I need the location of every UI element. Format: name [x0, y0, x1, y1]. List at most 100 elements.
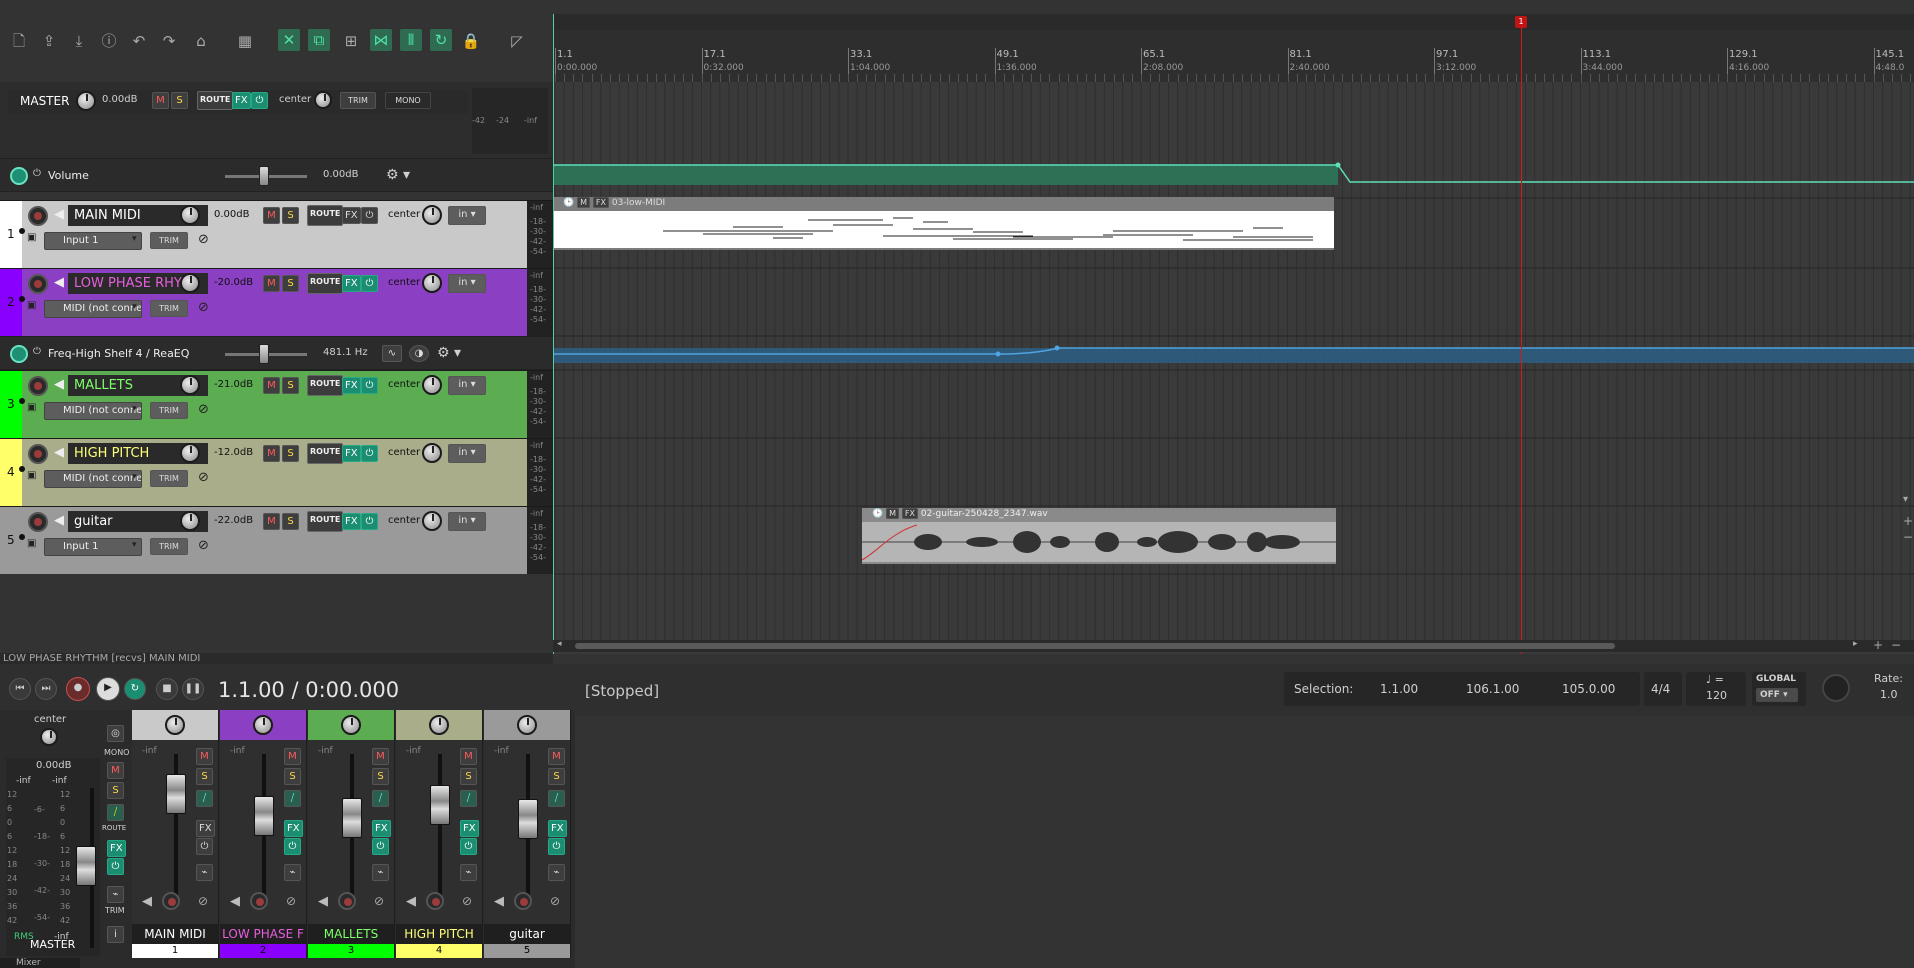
mixer-strip-phase-icon[interactable]: ⊘ [550, 894, 560, 908]
track-pan-knob[interactable] [422, 273, 442, 293]
record-arm-button[interactable] [28, 444, 48, 464]
mixer-strip-phase-icon[interactable]: ⊘ [374, 894, 384, 908]
track-number[interactable]: 5 [0, 507, 25, 574]
mixer-strip-env-icon[interactable]: ⌁ [548, 864, 565, 881]
go-to-start-button[interactable]: ⏮ [9, 678, 31, 700]
audio-item-fx-button[interactable]: FX [901, 508, 918, 519]
mixer-strip-route-icon[interactable]: ⧸ [460, 790, 477, 807]
fx-envelope-line[interactable] [553, 336, 1914, 366]
track-input-monitor-button[interactable]: in ▾ [448, 376, 486, 395]
mixer-strip-number[interactable]: 5 [484, 944, 570, 958]
mixer-strip-env-icon[interactable]: ⌁ [372, 864, 389, 881]
track-number[interactable]: 2 [0, 269, 25, 336]
track-4[interactable]: 4 ◀ HIGH PITCH -12.0dB M S ROUTE FX ⏻ ce… [0, 438, 553, 506]
mixer-strip-fader[interactable] [342, 797, 362, 838]
mixer-strip-pan-knob[interactable] [517, 715, 537, 735]
track-route-button[interactable]: ROUTE [307, 375, 344, 396]
track-number[interactable]: 3 [0, 371, 25, 438]
mixer-strip-fx-bypass-button[interactable]: ⏻ [196, 838, 213, 855]
mixer-strip-mute-button[interactable]: M [284, 748, 301, 765]
mixer-strip-name[interactable]: MAIN MIDI [132, 924, 218, 944]
empty-tcp-area[interactable] [0, 575, 553, 653]
mixer-strip-number[interactable]: 2 [220, 944, 306, 958]
audio-item-mute-button[interactable]: M [886, 508, 899, 519]
fx-envelope-active-icon[interactable] [10, 345, 28, 363]
mixer-strip-record-arm[interactable] [338, 892, 356, 910]
track-input-dropdown-icon[interactable]: ▾ [132, 404, 137, 414]
mixer-strip-route-icon[interactable]: ⧸ [196, 790, 213, 807]
track-phase-icon[interactable]: ⊘ [198, 470, 209, 485]
mixer-strip-solo-button[interactable]: S [372, 768, 389, 785]
lock-icon[interactable]: 🔒 [460, 30, 482, 52]
record-button[interactable]: ● [66, 677, 90, 701]
link-icon[interactable]: ⧉ [308, 29, 330, 51]
track-fx-bypass-button[interactable]: ⏻ [361, 377, 378, 394]
track-route-button[interactable]: ROUTE [307, 205, 344, 226]
mixer-tab[interactable]: Mixer [0, 958, 80, 968]
mixer-strip-3[interactable]: -inf M S ⧸ FX ⏻ ⌁ ◀ ⊘ MALLETS 3 [308, 710, 395, 958]
timeline-ruler[interactable]: 1 1.1 0:00.000 17.1 0:32.000 33.1 1:04.000 49.… [553, 14, 1914, 82]
horizontal-zoom-in-icon[interactable]: + [1873, 638, 1883, 652]
mixer-strip-route-icon[interactable]: ⧸ [372, 790, 389, 807]
mixer-strip-mute-button[interactable]: M [372, 748, 389, 765]
mixer-strip-speaker-icon[interactable]: ◀ [406, 894, 416, 909]
record-arm-button[interactable] [28, 376, 48, 396]
mixer-strip-pan-knob[interactable] [165, 715, 185, 735]
vertical-zoom-in-icon[interactable]: + [1903, 514, 1913, 528]
track-fx-bypass-button[interactable]: ⏻ [361, 275, 378, 292]
track-fx-chain-icon[interactable]: ▣ [27, 538, 36, 549]
mixer-strip-fx-bypass-button[interactable]: ⏻ [548, 838, 565, 855]
mixer-strip-pan-knob[interactable] [253, 715, 273, 735]
mixer-strip-name[interactable]: LOW PHASE F [220, 924, 306, 944]
mixer-strip-fader[interactable] [430, 785, 450, 825]
track-input-dropdown-icon[interactable]: ▾ [132, 234, 137, 244]
track-fx-bypass-button[interactable]: ⏻ [361, 445, 378, 462]
mixer-strip-phase-icon[interactable]: ⊘ [286, 894, 296, 908]
master-volume-knob[interactable] [76, 91, 96, 111]
track-route-button[interactable]: ROUTE [307, 511, 344, 532]
info-icon[interactable]: ⓘ [98, 30, 120, 52]
track-fx-bypass-button[interactable]: ⏻ [361, 207, 378, 224]
mixer-strip-name[interactable]: HIGH PITCH [396, 924, 482, 944]
mixer-strip-speaker-icon[interactable]: ◀ [318, 894, 328, 909]
mixer-master-pan-knob[interactable] [40, 728, 58, 746]
track-pan-knob[interactable] [422, 375, 442, 395]
mixer-strip-pan-knob[interactable] [341, 715, 361, 735]
selection-start[interactable]: 1.1.00 [1380, 682, 1418, 696]
track-volume-knob[interactable] [180, 443, 200, 463]
track-pan-knob[interactable] [422, 511, 442, 531]
envelope-fader[interactable] [259, 166, 269, 186]
save-icon[interactable]: ⤓ [68, 30, 90, 52]
mixer-master-trim-icon[interactable]: ⌁ [107, 886, 124, 903]
master-fx-button[interactable]: FX [232, 92, 251, 109]
selection-end[interactable]: 106.1.00 [1466, 682, 1519, 696]
play-button[interactable]: ▶ [96, 677, 120, 701]
track-mute-button[interactable]: M [263, 445, 280, 462]
time-display[interactable]: 1.1.00 / 0:00.000 [218, 678, 399, 702]
item-lock-icon[interactable]: 🕒 [563, 198, 574, 208]
track-trim-button[interactable]: TRIM [150, 402, 188, 419]
track-input-select[interactable]: MIDI (not connec [44, 470, 142, 488]
audio-item-lock-icon[interactable]: 🕒 [872, 509, 883, 519]
track-input-select[interactable]: Input 1 [44, 232, 142, 250]
master-trim-button[interactable]: TRIM [340, 92, 376, 109]
track-phase-icon[interactable]: ⊘ [198, 232, 209, 247]
pause-button[interactable]: ❚❚ [182, 678, 204, 700]
mixer-strip-phase-icon[interactable]: ⊘ [198, 894, 208, 908]
mixer-strip-fx-button[interactable]: FX [460, 820, 479, 837]
track-fx-button[interactable]: FX [342, 377, 361, 394]
track-volume-knob[interactable] [180, 511, 200, 531]
new-project-icon[interactable]: 🗋 [8, 30, 30, 52]
speaker-icon[interactable]: ◀ [54, 207, 64, 222]
master-volume-envelope-line[interactable] [553, 154, 1914, 194]
repeat-button[interactable]: ↻ [124, 678, 146, 700]
mixer-strip-solo-button[interactable]: S [548, 768, 565, 785]
master-route-button[interactable]: ROUTE [197, 91, 234, 110]
record-arm-button[interactable] [28, 206, 48, 226]
track-1[interactable]: 1 ◀ MAIN MIDI 0.00dB M S ROUTE FX ⏻ cent… [0, 200, 553, 268]
time-signature-box[interactable]: 4/4 [1644, 672, 1682, 706]
metronome-icon[interactable]: ⌂ [190, 30, 212, 52]
grid-toggle-icon[interactable]: ▦ [234, 30, 256, 52]
speaker-icon[interactable]: ◀ [54, 445, 64, 460]
mixer-strip-fx-bypass-button[interactable]: ⏻ [284, 838, 301, 855]
